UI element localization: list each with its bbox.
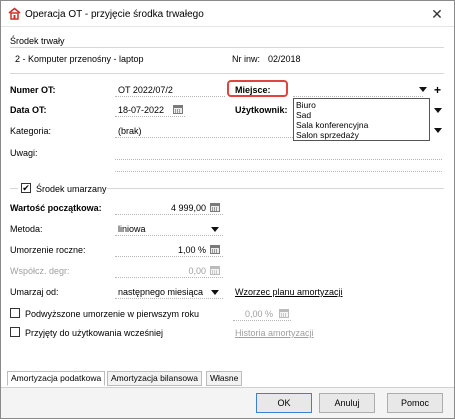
field-underline xyxy=(115,171,442,172)
przyjety-label: Przyjęty do użytkowania wcześniej xyxy=(25,328,164,338)
field-underline xyxy=(115,235,223,236)
wspolczynnik-field: 0,00 xyxy=(188,266,206,276)
divider xyxy=(10,73,444,74)
data-ot-label: Data OT: xyxy=(10,105,47,115)
field-underline xyxy=(115,116,185,117)
wspolczynnik-label: Współcz. degr: xyxy=(10,266,70,276)
kategoria-field[interactable]: (brak) xyxy=(118,126,142,136)
srodek-umarzany-label: Środek umarzany xyxy=(36,184,107,194)
field-underline xyxy=(115,256,223,257)
title-bar: Operacja OT - przyjęcie środka trwałego … xyxy=(1,1,454,27)
divider xyxy=(10,47,444,48)
tab-amortyzacja-bilansowa[interactable]: Amortyzacja bilansowa xyxy=(107,371,202,386)
ok-button[interactable]: OK xyxy=(256,393,312,413)
close-icon: ✕ xyxy=(431,6,443,22)
inv-label: Nr inw: xyxy=(232,54,261,64)
podwyzszone-checkbox[interactable] xyxy=(10,308,20,318)
calculator-icon[interactable] xyxy=(210,245,220,254)
asset-name: 2 - Komputer przenośny - laptop xyxy=(15,54,144,64)
historia-amortyzacji-link[interactable]: Historia amortyzacji xyxy=(235,328,314,338)
kategoria-dropdown-arrow-icon[interactable] xyxy=(434,128,442,133)
dropdown-option[interactable]: Sad xyxy=(296,110,427,120)
uwagi-field[interactable] xyxy=(115,159,442,160)
numer-ot-field[interactable]: OT 2022/07/2 xyxy=(118,85,173,95)
data-ot-field[interactable]: 18-07-2022 xyxy=(118,105,164,115)
wartosc-field[interactable]: 4 999,00 xyxy=(115,203,206,213)
help-button[interactable]: Pomoc xyxy=(387,393,443,413)
divider xyxy=(107,188,444,189)
metoda-dropdown-arrow-icon[interactable] xyxy=(211,227,219,232)
tab-wlasne[interactable]: Własne xyxy=(206,371,243,386)
close-button[interactable]: ✕ xyxy=(428,5,446,23)
umorzenie-label: Umorzenie roczne: xyxy=(10,245,86,255)
field-underline xyxy=(115,137,293,138)
metoda-label: Metoda: xyxy=(10,224,43,234)
uzytkownik-label: Użytkownik: xyxy=(235,105,288,115)
dialog-window: Operacja OT - przyjęcie środka trwałego … xyxy=(0,0,455,419)
button-bar: OK Anuluj Pomoc xyxy=(1,387,454,418)
dropdown-option[interactable]: Salon sprzedaży xyxy=(296,130,427,140)
kategoria-label: Kategoria: xyxy=(10,126,52,136)
podwyzszone-field: 0,00 % xyxy=(244,309,273,319)
umarzaj-od-select[interactable]: następnego miesiąca xyxy=(118,287,203,297)
calculator-icon xyxy=(279,309,289,318)
calculator-icon[interactable] xyxy=(210,203,220,212)
tab-amortyzacja-podatkowa[interactable]: Amortyzacja podatkowa xyxy=(7,371,106,386)
field-underline xyxy=(115,298,223,299)
umarzaj-dropdown-arrow-icon[interactable] xyxy=(211,290,219,295)
miejsce-dropdown-arrow-icon[interactable] xyxy=(419,87,427,92)
miejsce-highlight xyxy=(227,80,288,97)
przyjety-checkbox[interactable] xyxy=(10,327,20,337)
dropdown-option[interactable]: Sala konferencyjna xyxy=(296,120,427,130)
inv-value: 02/2018 xyxy=(268,54,301,64)
uwagi-label: Uwagi: xyxy=(10,148,38,158)
dropdown-option[interactable]: Biuro xyxy=(296,100,427,110)
cancel-button[interactable]: Anuluj xyxy=(319,393,375,413)
field-underline xyxy=(115,96,225,97)
field-underline xyxy=(115,277,223,278)
app-logo-icon xyxy=(8,7,21,20)
umorzenie-field[interactable]: 1,00 % xyxy=(115,245,206,255)
add-place-icon[interactable]: + xyxy=(434,84,441,96)
divider xyxy=(10,188,18,189)
uzytkownik-dropdown-arrow-icon[interactable] xyxy=(434,108,442,113)
metoda-select[interactable]: liniowa xyxy=(118,224,146,234)
wzorzec-planu-link[interactable]: Wzorzec planu amortyzacji xyxy=(235,287,343,297)
asset-section-label: Środek trwały xyxy=(10,36,65,46)
miejsce-dropdown-list: Biuro Sad Sala konferencyjna Salon sprze… xyxy=(293,98,430,141)
numer-ot-label: Numer OT: xyxy=(10,85,56,95)
calculator-icon xyxy=(210,266,220,275)
umarzaj-od-label: Umarzaj od: xyxy=(10,287,59,297)
podwyzszone-label: Podwyższone umorzenie w pierwszym roku xyxy=(25,309,200,319)
field-underline xyxy=(293,96,423,97)
srodek-umarzany-checkbox[interactable]: ✔ xyxy=(21,183,31,193)
calendar-icon[interactable] xyxy=(173,105,183,114)
window-title: Operacja OT - przyjęcie środka trwałego xyxy=(25,9,204,20)
field-underline xyxy=(233,320,291,321)
checkmark-icon: ✔ xyxy=(22,183,30,193)
wartosc-label: Wartość początkowa: xyxy=(10,203,102,213)
field-underline xyxy=(115,214,223,215)
